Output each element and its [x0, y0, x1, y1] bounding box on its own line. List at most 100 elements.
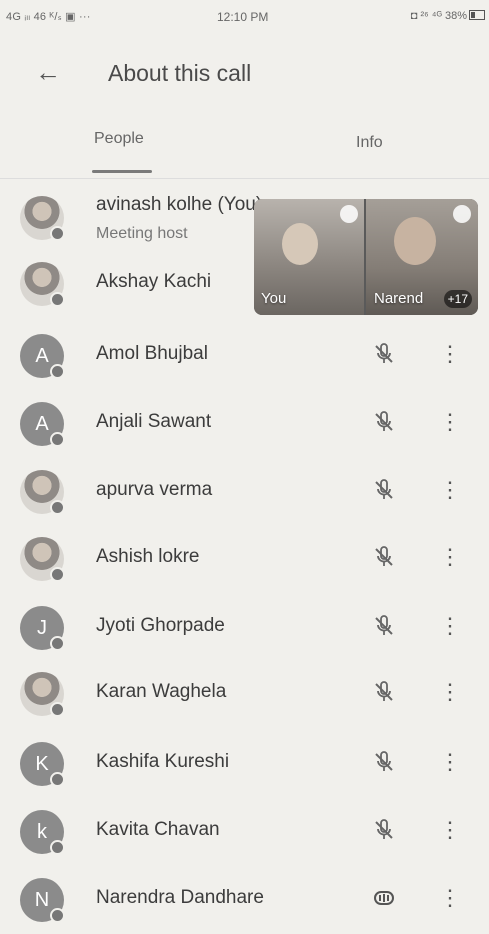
- participant-row[interactable]: K Kashifa Kureshi ⋮: [0, 730, 489, 798]
- participant-row[interactable]: N Narendra Dandhare ⋮: [0, 866, 489, 934]
- more-participants-badge[interactable]: +17: [443, 290, 472, 308]
- status-left: 4G ᵢₗₗ 46 ᴷ/ₛ ▣ ···: [6, 11, 91, 23]
- participant-row[interactable]: A Anjali Sawant ⋮: [0, 390, 489, 458]
- mute-status-button[interactable]: [368, 338, 400, 370]
- more-vert-icon: ⋮: [439, 817, 461, 842]
- video-face: [394, 217, 436, 265]
- participant-avatar: [20, 196, 65, 241]
- participant-name: Kashifa Kureshi: [96, 751, 230, 772]
- video-tile-you[interactable]: You: [254, 199, 364, 315]
- more-vert-icon: ⋮: [439, 544, 461, 569]
- status-dot-icon: [50, 840, 65, 855]
- mute-status-button[interactable]: [368, 676, 400, 708]
- tab-people[interactable]: People: [94, 130, 144, 164]
- mute-status-button[interactable]: [368, 474, 400, 506]
- participant-avatar: J: [20, 606, 65, 651]
- arrow-left-icon: ←: [35, 56, 61, 87]
- more-vert-icon: ⋮: [439, 885, 461, 910]
- status-dot-icon: [50, 500, 65, 515]
- more-options-button[interactable]: ⋮: [438, 676, 462, 708]
- participant-name: Karan Waghela: [96, 681, 227, 702]
- participant-row[interactable]: Ashish lokre ⋮: [0, 525, 489, 593]
- participant-name: Jyoti Ghorpade: [96, 615, 225, 636]
- video-label-remote: Narend: [374, 290, 424, 307]
- mic-off-icon: [375, 681, 393, 701]
- mic-off-icon: [375, 615, 393, 635]
- more-options-button[interactable]: ⋮: [438, 474, 462, 506]
- more-vert-icon: ⋮: [439, 477, 461, 502]
- participant-row[interactable]: A Amol Bhujbal ⋮: [0, 322, 489, 390]
- status-dot-icon: [50, 702, 65, 717]
- mic-off-icon: [375, 411, 393, 431]
- tab-bar: People Info: [0, 118, 489, 179]
- participant-row[interactable]: J Jyoti Ghorpade ⋮: [0, 594, 489, 662]
- participant-name: Amol Bhujbal: [96, 343, 208, 364]
- status-dot-icon: [50, 364, 65, 379]
- more-options-button[interactable]: ⋮: [438, 338, 462, 370]
- participant-avatar: [20, 537, 65, 582]
- status-dot-icon: [50, 432, 65, 447]
- participant-name: Akshay Kachi: [96, 271, 212, 292]
- avatar-letter: A: [35, 344, 49, 367]
- participant-row[interactable]: k Kavita Chavan ⋮: [0, 798, 489, 866]
- status-time: 12:10 PM: [217, 10, 269, 24]
- more-vert-icon: ⋮: [439, 409, 461, 434]
- mute-status-button[interactable]: [368, 746, 400, 778]
- status-dot-icon: [50, 567, 65, 582]
- more-options-button[interactable]: ⋮: [438, 814, 462, 846]
- participant-avatar: A: [20, 334, 65, 379]
- more-vert-icon: ⋮: [439, 749, 461, 774]
- participant-name: Kavita Chavan: [96, 819, 220, 840]
- participant-name: Ashish lokre: [96, 546, 200, 567]
- battery-icon: [469, 10, 485, 20]
- camera-flip-icon[interactable]: [340, 205, 358, 223]
- participant-avatar: K: [20, 742, 65, 787]
- video-face: [282, 223, 318, 265]
- speaking-icon: [374, 891, 394, 905]
- participant-row[interactable]: apurva verma ⋮: [0, 458, 489, 526]
- page-title: About this call: [108, 60, 252, 86]
- tab-indicator: [92, 170, 152, 173]
- participant-role: Meeting host: [96, 225, 188, 242]
- participant-name: apurva verma: [96, 479, 213, 500]
- status-dot-icon: [50, 226, 65, 241]
- video-strip[interactable]: You Narend +17: [254, 199, 478, 315]
- participant-avatar: [20, 470, 65, 515]
- mic-off-icon: [375, 343, 393, 363]
- avatar-letter: J: [37, 616, 47, 639]
- mic-off-icon: [375, 479, 393, 499]
- more-options-button[interactable]: ⋮: [438, 746, 462, 778]
- participant-avatar: [20, 672, 65, 717]
- avatar-letter: N: [34, 888, 50, 911]
- status-dot-icon: [50, 636, 65, 651]
- participant-avatar: N: [20, 878, 65, 923]
- avatar-letter: k: [37, 820, 47, 843]
- participant-row[interactable]: Karan Waghela ⋮: [0, 660, 489, 728]
- participant-name: Anjali Sawant: [96, 411, 212, 432]
- mic-off-icon: [375, 819, 393, 839]
- mic-off-icon: [375, 751, 393, 771]
- app-bar: ← About this call: [0, 40, 489, 104]
- more-options-button[interactable]: ⋮: [438, 882, 462, 914]
- speaking-button[interactable]: [368, 882, 400, 914]
- status-bar: 4G ᵢₗₗ 46 ᴷ/ₛ ▣ ··· 12:10 PM ◘ ²⁶ ⁴ᴳ 38%: [0, 0, 489, 36]
- mute-status-button[interactable]: [368, 541, 400, 573]
- participant-avatar: A: [20, 402, 65, 447]
- video-tile-remote[interactable]: Narend +17: [366, 199, 478, 315]
- status-dot-icon: [50, 292, 65, 307]
- more-options-button[interactable]: ⋮: [438, 406, 462, 438]
- mute-status-button[interactable]: [368, 814, 400, 846]
- participant-avatar: [20, 262, 65, 307]
- more-vert-icon: ⋮: [439, 341, 461, 366]
- mute-status-button[interactable]: [368, 406, 400, 438]
- more-options-button[interactable]: ⋮: [438, 541, 462, 573]
- video-label-you: You: [261, 290, 287, 307]
- tab-info[interactable]: Info: [356, 134, 383, 168]
- audio-indicator-icon: [453, 205, 471, 223]
- avatar-letter: A: [35, 412, 49, 435]
- back-button[interactable]: ←: [30, 54, 66, 90]
- more-options-button[interactable]: ⋮: [438, 610, 462, 642]
- participant-name: Narendra Dandhare: [96, 887, 264, 908]
- status-dot-icon: [50, 772, 65, 787]
- mute-status-button[interactable]: [368, 610, 400, 642]
